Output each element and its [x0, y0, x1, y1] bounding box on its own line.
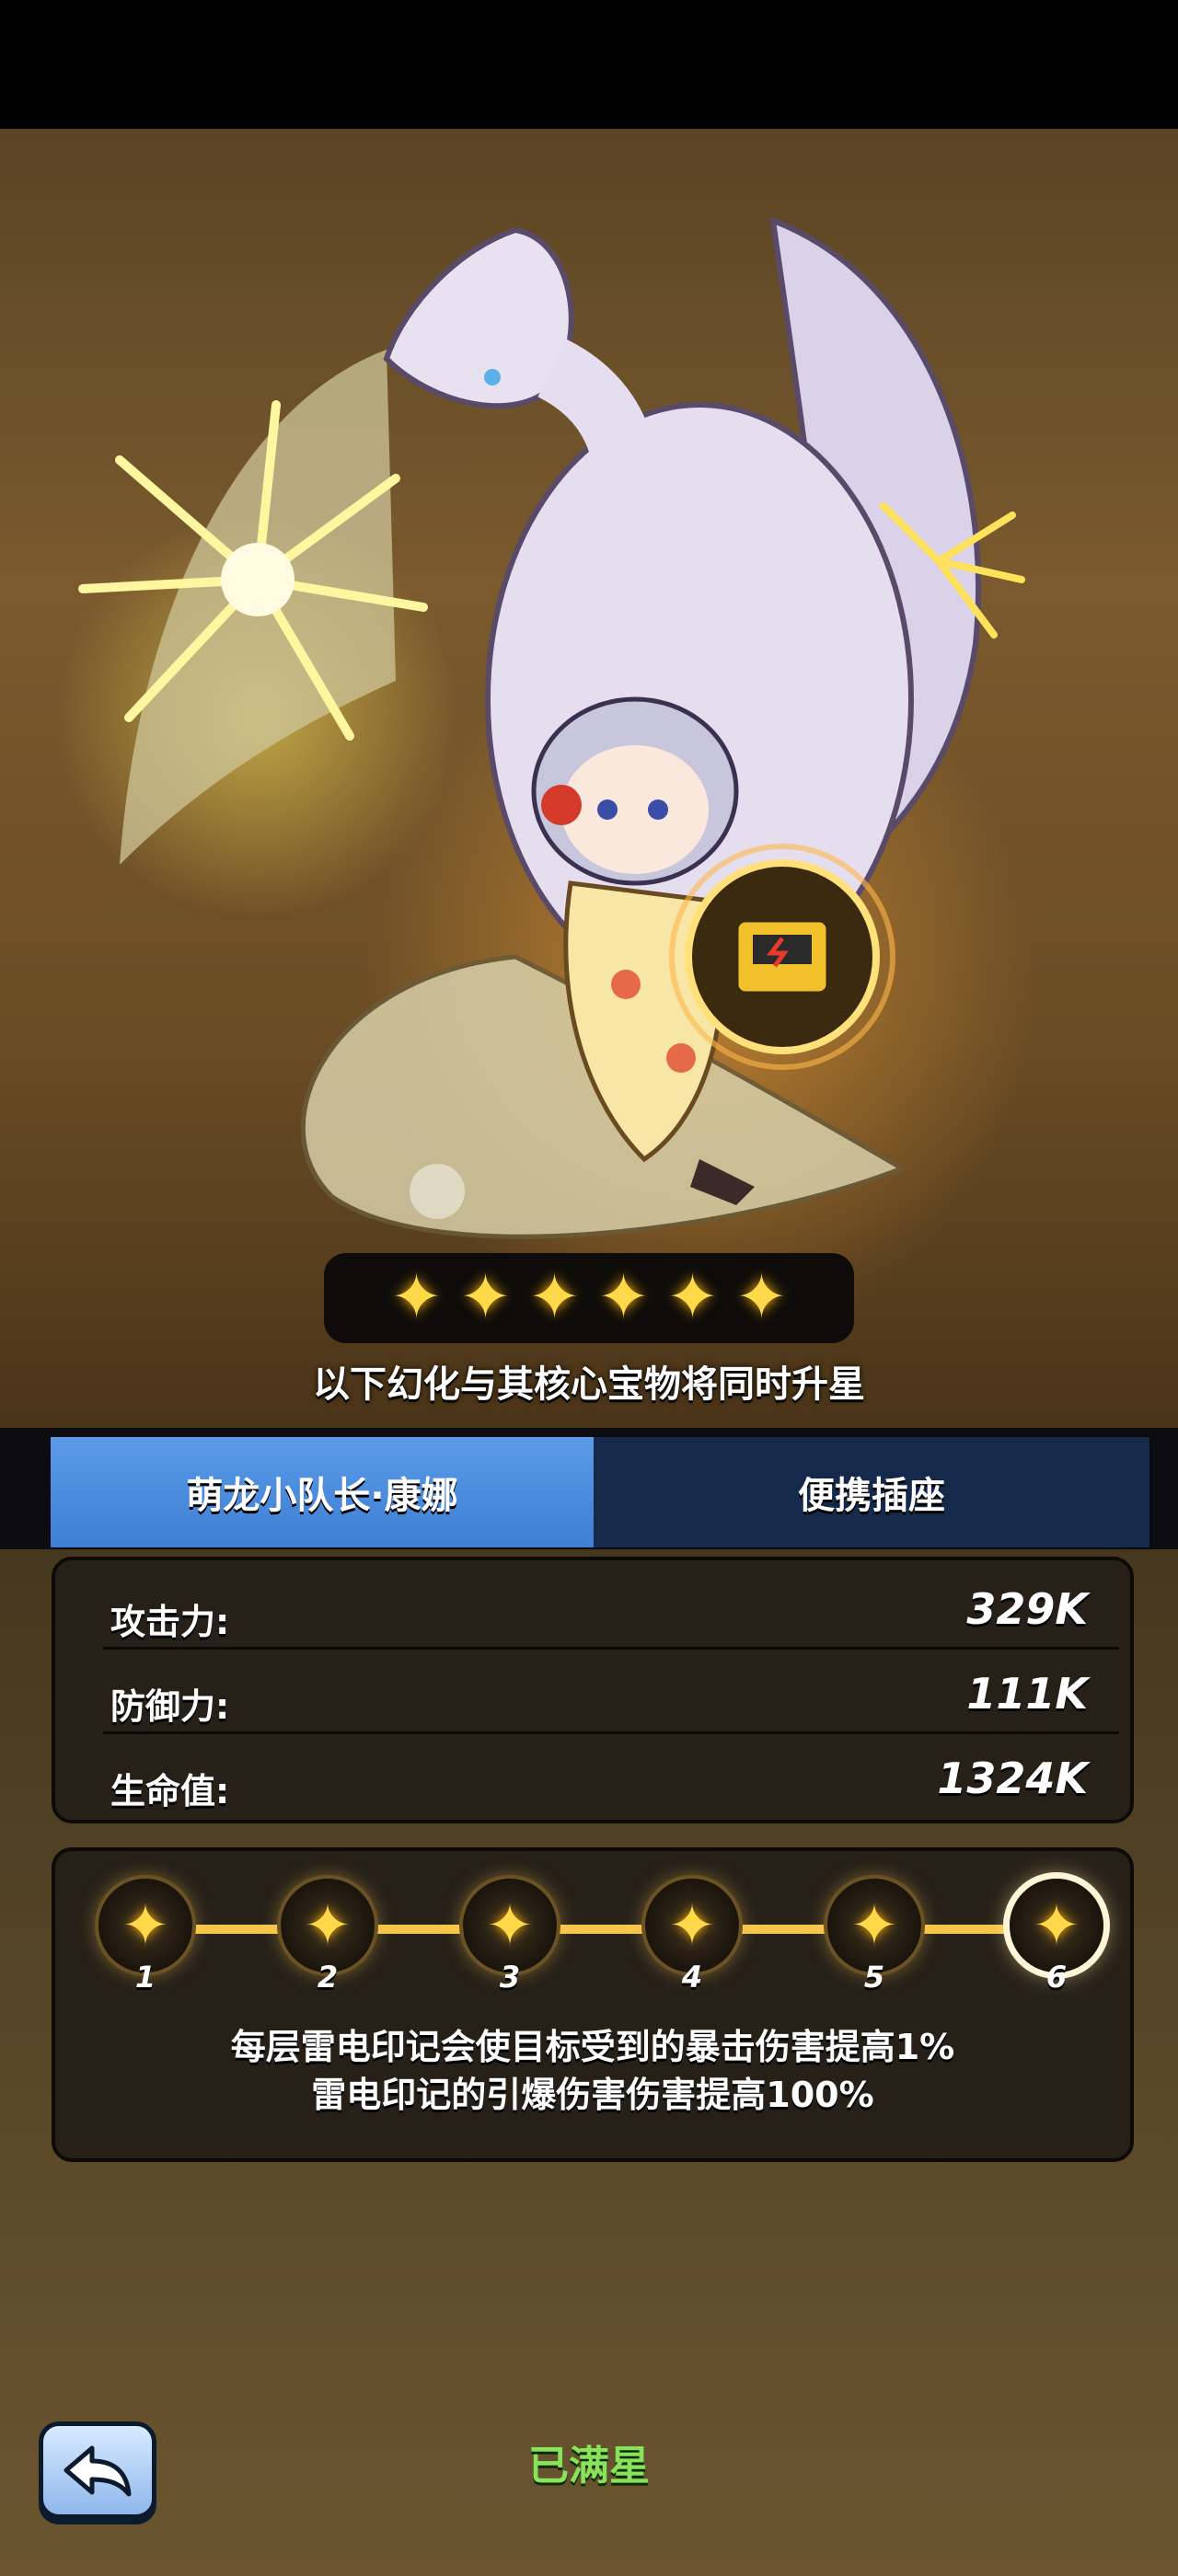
star-icon: ✦: [1033, 1892, 1080, 1959]
star-level-node[interactable]: ✦: [281, 1879, 375, 1972]
star-level-number: 2: [317, 1960, 339, 1995]
star-level-node[interactable]: ✦: [1010, 1879, 1103, 1972]
stat-label: 生命值:: [110, 1771, 230, 1811]
stats-panel: 攻击力: 329K 防御力: 111K 生命值: 1324K: [52, 1557, 1134, 1823]
star-icon: ✦: [734, 1261, 788, 1334]
star-level-number: 5: [863, 1960, 885, 1995]
star-upgrade-panel: ✦ 1 ✦ 2 ✦ 3 ✦ 4 ✦ 5 ✦ 6 每层雷电印记会使目标受到的暴击伤害提高1% 雷电印记的…: [52, 1847, 1134, 2162]
max-star-status: 已满星: [528, 2443, 650, 2490]
star-level-node[interactable]: ✦: [827, 1879, 921, 1972]
stat-value: 329K: [966, 1584, 1088, 1634]
star-level-node[interactable]: ✦: [463, 1879, 557, 1972]
star-icon: ✦: [390, 1261, 444, 1334]
character-artwork: [0, 129, 1178, 1428]
star-level-number: 1: [134, 1960, 156, 1995]
stat-value: 111K: [966, 1669, 1088, 1719]
star-level-number: 4: [681, 1960, 703, 1995]
star-icon: ✦: [665, 1261, 719, 1334]
star-icon: ✦: [121, 1892, 169, 1959]
star-rating: ✦ ✦ ✦ ✦ ✦ ✦: [324, 1253, 854, 1343]
dragon-illustration: [78, 216, 1025, 1239]
star-icon: ✦: [486, 1892, 534, 1959]
top-status-bar: [0, 0, 1178, 129]
star-icon: ✦: [668, 1892, 716, 1959]
tab-bar: 萌龙小队长·康娜 便携插座: [0, 1428, 1178, 1549]
star-icon: ✦: [528, 1261, 581, 1334]
stat-label: 防御力:: [110, 1686, 230, 1727]
stat-value: 1324K: [937, 1754, 1088, 1803]
tab-character[interactable]: 萌龙小队长·康娜: [51, 1437, 594, 1547]
star-level-node[interactable]: ✦: [645, 1879, 739, 1972]
stat-row-defense: 防御力: 111K: [110, 1652, 1115, 1733]
sync-upgrade-note: 以下幻化与其核心宝物将同时升星: [313, 1363, 865, 1406]
stat-label: 攻击力:: [110, 1602, 230, 1642]
stat-divider: [103, 1731, 1119, 1734]
star-icon: ✦: [850, 1892, 898, 1959]
effect-line-2: 雷电印记的引爆伤害伤害提高100%: [311, 2075, 874, 2115]
star-icon: ✦: [304, 1892, 352, 1959]
star-icon: ✦: [459, 1261, 513, 1334]
stat-row-hp: 生命值: 1324K: [110, 1737, 1115, 1818]
tab-core-treasure[interactable]: 便携插座: [594, 1437, 1149, 1547]
star-level-number: 3: [499, 1960, 521, 1995]
stat-row-attack: 攻击力: 329K: [110, 1568, 1115, 1649]
star-level-node[interactable]: ✦: [98, 1879, 192, 1972]
star-icon: ✦: [597, 1261, 650, 1334]
stat-divider: [103, 1647, 1119, 1650]
star-level-number: 6: [1045, 1960, 1068, 1995]
effect-line-1: 每层雷电印记会使目标受到的暴击伤害提高1%: [230, 2027, 955, 2067]
